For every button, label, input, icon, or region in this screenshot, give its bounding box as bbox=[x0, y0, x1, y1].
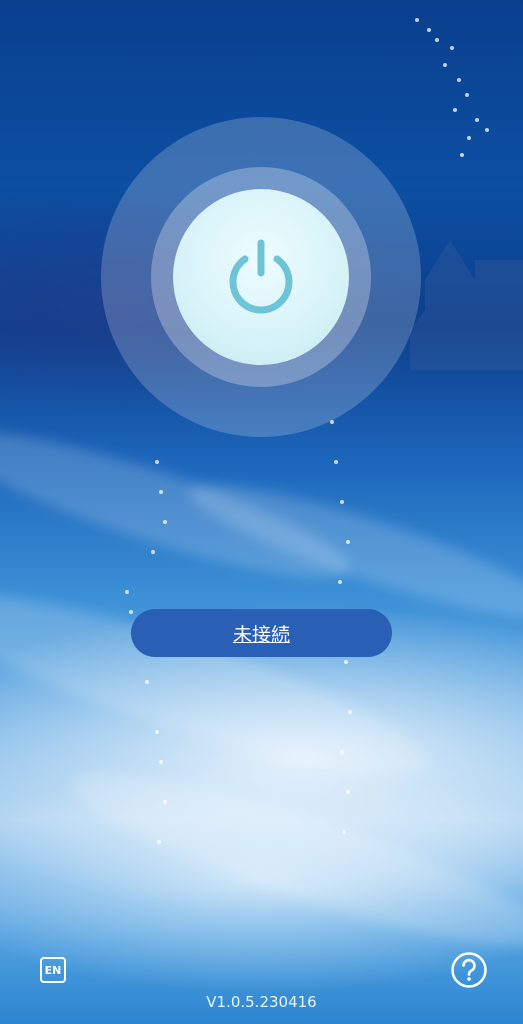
language-toggle-button[interactable]: EN bbox=[40, 957, 66, 983]
app-version-label: V1.0.5.230416 bbox=[206, 993, 317, 1011]
light-streak bbox=[0, 561, 442, 809]
help-question-icon[interactable] bbox=[450, 951, 488, 989]
connection-status-button[interactable]: 未接続 bbox=[131, 609, 392, 657]
castle-silhouette bbox=[410, 240, 523, 370]
power-icon bbox=[229, 239, 293, 314]
light-streak bbox=[59, 744, 523, 976]
app-screen: 未接続 EN V1.0.5.230416 bbox=[0, 0, 523, 1024]
bubble-trail-top-right bbox=[405, 8, 505, 178]
power-button[interactable] bbox=[173, 189, 349, 365]
